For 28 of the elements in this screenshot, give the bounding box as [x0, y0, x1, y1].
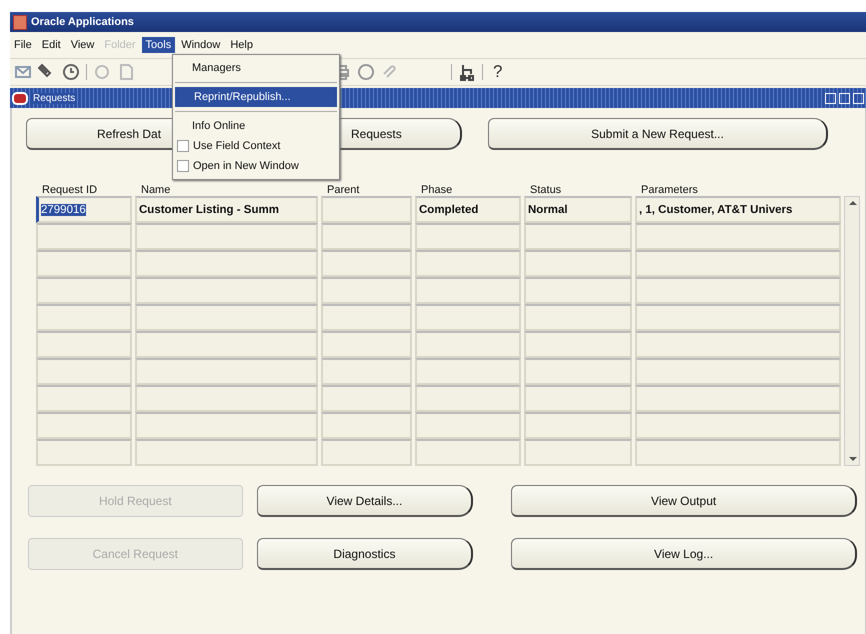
menu-item[interactable]: Edit: [38, 37, 65, 53]
column-header: Name: [140, 184, 172, 196]
table-cell[interactable]: Customer Listing - Summ: [135, 196, 318, 223]
table-cell[interactable]: Normal: [524, 196, 632, 223]
menu-item[interactable]: View: [66, 37, 98, 53]
button[interactable]: Diagnostics: [256, 538, 474, 570]
column-header: Parent: [326, 184, 360, 196]
column-header: Parameters: [640, 184, 699, 196]
column-header: Request ID: [41, 184, 98, 196]
menu-item[interactable]: Reprint/Republish...: [175, 87, 337, 107]
menu-item[interactable]: Help: [226, 37, 257, 53]
menu-item[interactable]: Open in New Window: [173, 156, 339, 176]
column-header: Phase: [420, 184, 454, 196]
button[interactable]: View Log...: [511, 538, 857, 570]
table-cell[interactable]: Completed: [415, 196, 521, 223]
column-header: Status: [529, 184, 562, 196]
menu-item[interactable]: Window: [177, 37, 224, 53]
button[interactable]: View Details...: [256, 485, 474, 517]
button[interactable]: Submit a New Request...: [488, 118, 828, 150]
menu-item[interactable]: Managers: [173, 58, 339, 78]
table-cell[interactable]: 2799016: [36, 196, 132, 223]
window-title: Requests: [31, 92, 78, 104]
help-button[interactable]: ?: [489, 62, 506, 82]
button[interactable]: View Output: [511, 485, 857, 517]
window-title: Oracle Applications: [31, 16, 134, 28]
menu-item[interactable]: File: [10, 37, 36, 53]
menu-item[interactable]: Tools: [142, 37, 176, 53]
table-cell[interactable]: , 1, Customer, AT&T Univers: [635, 196, 841, 223]
